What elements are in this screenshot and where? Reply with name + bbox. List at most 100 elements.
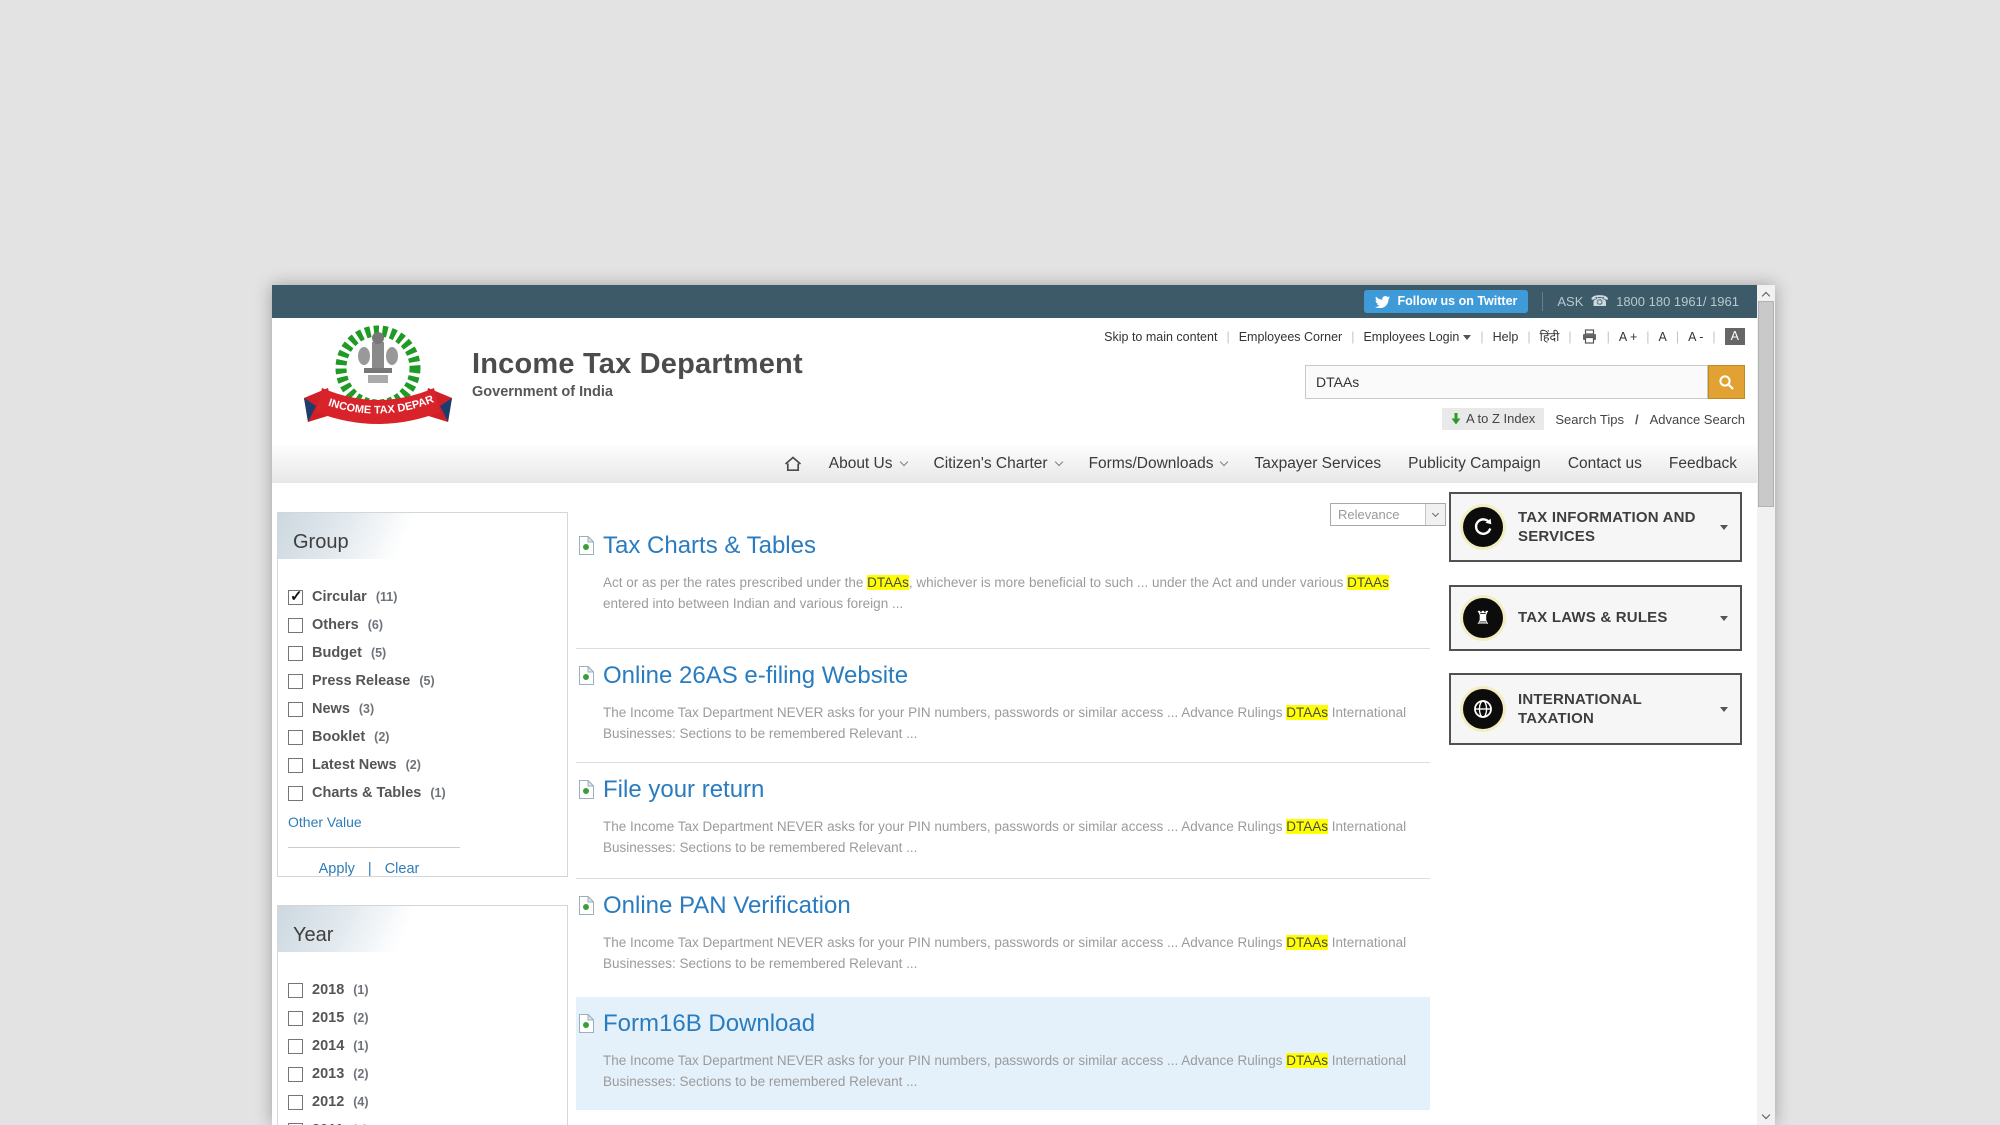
help-link[interactable]: Help bbox=[1493, 330, 1519, 344]
checkbox[interactable] bbox=[288, 702, 303, 717]
site-search bbox=[1305, 365, 1745, 399]
apply-button[interactable]: Apply bbox=[319, 861, 355, 877]
highlighted-term: DTAAs bbox=[1347, 575, 1389, 590]
font-size-increase-button[interactable]: A + bbox=[1619, 330, 1637, 344]
top-utility-bar: Follow us on Twitter ASK ☎ 1800 180 1961… bbox=[272, 285, 1757, 318]
result-title-link[interactable]: Form16B Download bbox=[603, 1010, 815, 1038]
scroll-up-button[interactable] bbox=[1757, 286, 1775, 302]
vertical-scrollbar[interactable] bbox=[1757, 285, 1775, 1125]
search-button[interactable] bbox=[1708, 365, 1745, 399]
globe-icon bbox=[1463, 689, 1503, 729]
printer-icon[interactable] bbox=[1581, 329, 1598, 344]
main-navigation: About Us Citizen's Charter Forms/Downloa… bbox=[272, 445, 1757, 483]
international-taxation-box[interactable]: INTERNATIONAL TAXATION bbox=[1449, 673, 1742, 745]
checkbox[interactable] bbox=[288, 983, 303, 998]
nav-taxpayer-services[interactable]: Taxpayer Services bbox=[1254, 455, 1381, 473]
hindi-language-link[interactable]: हिंदी bbox=[1540, 328, 1560, 345]
checkbox[interactable] bbox=[288, 590, 303, 605]
tax-laws-rules-box[interactable]: ♜ TAX LAWS & RULES bbox=[1449, 585, 1742, 651]
result-title-link[interactable]: Online PAN Verification bbox=[603, 892, 851, 920]
filter-option-others[interactable]: Others(6) bbox=[288, 611, 567, 639]
checkbox[interactable] bbox=[288, 646, 303, 661]
clear-button[interactable]: Clear bbox=[385, 861, 420, 877]
checkbox[interactable] bbox=[288, 758, 303, 773]
highlighted-term: DTAAs bbox=[867, 575, 909, 590]
font-size-normal-button[interactable]: A bbox=[1659, 330, 1667, 344]
chevron-down-icon bbox=[1463, 335, 1471, 340]
checkbox[interactable] bbox=[288, 730, 303, 745]
filter-option-2011[interactable]: 2011(2) bbox=[288, 1116, 567, 1125]
filter-option-budget[interactable]: Budget(5) bbox=[288, 639, 567, 667]
search-results: Relevance Tax Charts & Tables Act or as … bbox=[576, 483, 1430, 1125]
filter-option-booklet[interactable]: Booklet(2) bbox=[288, 723, 567, 751]
checkbox[interactable] bbox=[288, 1039, 303, 1054]
year-filter-title: Year bbox=[278, 906, 450, 952]
filter-option-2014[interactable]: 2014(1) bbox=[288, 1032, 567, 1060]
search-tips-link[interactable]: Search Tips bbox=[1555, 412, 1624, 427]
checkbox[interactable] bbox=[288, 786, 303, 801]
employees-corner-link[interactable]: Employees Corner bbox=[1239, 330, 1343, 344]
search-quick-links: A to Z Index Search Tips / Advance Searc… bbox=[1442, 408, 1745, 430]
contrast-toggle-button[interactable]: A bbox=[1725, 328, 1745, 345]
filter-option-2015[interactable]: 2015(2) bbox=[288, 1004, 567, 1032]
filter-option-press-release[interactable]: Press Release(5) bbox=[288, 667, 567, 695]
header-utility-links: Skip to main content | Employees Corner … bbox=[1104, 328, 1745, 345]
twitter-bird-icon bbox=[1375, 295, 1390, 308]
ask-helpline: ASK ☎ 1800 180 1961/ 1961 bbox=[1557, 294, 1739, 309]
checkbox[interactable] bbox=[288, 1095, 303, 1110]
rook-icon: ♜ bbox=[1463, 598, 1503, 638]
chevron-down-icon bbox=[1220, 458, 1228, 466]
site-brand: Income Tax Department Government of Indi… bbox=[472, 348, 803, 400]
page-content: Follow us on Twitter ASK ☎ 1800 180 1961… bbox=[272, 285, 1757, 1125]
search-result-item: Online PAN Verification The Income Tax D… bbox=[576, 878, 1430, 975]
scrollbar-thumb[interactable] bbox=[1758, 301, 1774, 507]
highlighted-term: DTAAs bbox=[1286, 819, 1328, 834]
checkbox[interactable] bbox=[288, 674, 303, 689]
search-icon bbox=[1718, 374, 1735, 391]
promo-box-label: INTERNATIONAL TAXATION bbox=[1518, 690, 1705, 729]
filter-option-2018[interactable]: 2018(1) bbox=[288, 976, 567, 1004]
nav-forms-downloads[interactable]: Forms/Downloads bbox=[1089, 455, 1228, 473]
filter-option-news[interactable]: News(3) bbox=[288, 695, 567, 723]
chevron-down-icon bbox=[1432, 510, 1439, 517]
result-snippet: The Income Tax Department NEVER asks for… bbox=[603, 933, 1415, 975]
tax-information-services-box[interactable]: TAX INFORMATION AND SERVICES bbox=[1449, 492, 1742, 562]
document-icon bbox=[579, 1014, 594, 1033]
result-title-link[interactable]: Tax Charts & Tables bbox=[603, 532, 816, 560]
filter-option-2012[interactable]: 2012(4) bbox=[288, 1088, 567, 1116]
filter-option-circular[interactable]: Circular(11) bbox=[288, 583, 567, 611]
search-result-item-selected: Form16B Download The Income Tax Departme… bbox=[576, 997, 1430, 1110]
nav-feedback[interactable]: Feedback bbox=[1669, 455, 1737, 473]
filter-option-latest-news[interactable]: Latest News(2) bbox=[288, 751, 567, 779]
chevron-down-icon bbox=[1720, 707, 1728, 712]
nav-citizens-charter[interactable]: Citizen's Charter bbox=[934, 455, 1062, 473]
search-input[interactable] bbox=[1305, 365, 1708, 399]
checkbox[interactable] bbox=[288, 1067, 303, 1082]
nav-publicity-campaign[interactable]: Publicity Campaign bbox=[1408, 455, 1541, 473]
search-result-item: Tax Charts & Tables Act or as per the ra… bbox=[576, 519, 1430, 615]
document-icon bbox=[579, 780, 594, 799]
nav-about-us[interactable]: About Us bbox=[829, 455, 907, 473]
home-icon[interactable] bbox=[784, 456, 802, 472]
skip-to-main-content-link[interactable]: Skip to main content bbox=[1104, 330, 1217, 344]
group-filter-list: Circular(11) Others(6) Budget(5) Press R… bbox=[278, 559, 567, 807]
checkbox[interactable] bbox=[288, 618, 303, 633]
employees-login-link[interactable]: Employees Login bbox=[1363, 330, 1471, 344]
follow-twitter-button[interactable]: Follow us on Twitter bbox=[1364, 290, 1528, 313]
a-to-z-index-link[interactable]: A to Z Index bbox=[1442, 408, 1544, 430]
highlighted-term: DTAAs bbox=[1286, 1053, 1328, 1068]
chevron-down-icon bbox=[1054, 458, 1062, 466]
font-size-decrease-button[interactable]: A - bbox=[1688, 330, 1703, 344]
result-title-link[interactable]: Online 26AS e-filing Website bbox=[603, 662, 908, 690]
checkbox[interactable] bbox=[288, 1011, 303, 1026]
filter-option-2013[interactable]: 2013(2) bbox=[288, 1060, 567, 1088]
highlighted-term: DTAAs bbox=[1286, 935, 1328, 950]
year-filter-panel: Year 2018(1) 2015(2) 2014(1) 2013(2) 201… bbox=[277, 905, 568, 1125]
scroll-down-button[interactable] bbox=[1757, 1108, 1775, 1124]
chevron-up-icon bbox=[1762, 291, 1770, 299]
other-value-link[interactable]: Other Value bbox=[288, 814, 567, 830]
filter-option-charts-tables[interactable]: Charts & Tables(1) bbox=[288, 779, 567, 807]
advance-search-link[interactable]: Advance Search bbox=[1650, 412, 1745, 427]
nav-contact-us[interactable]: Contact us bbox=[1568, 455, 1642, 473]
result-title-link[interactable]: File your return bbox=[603, 776, 764, 804]
